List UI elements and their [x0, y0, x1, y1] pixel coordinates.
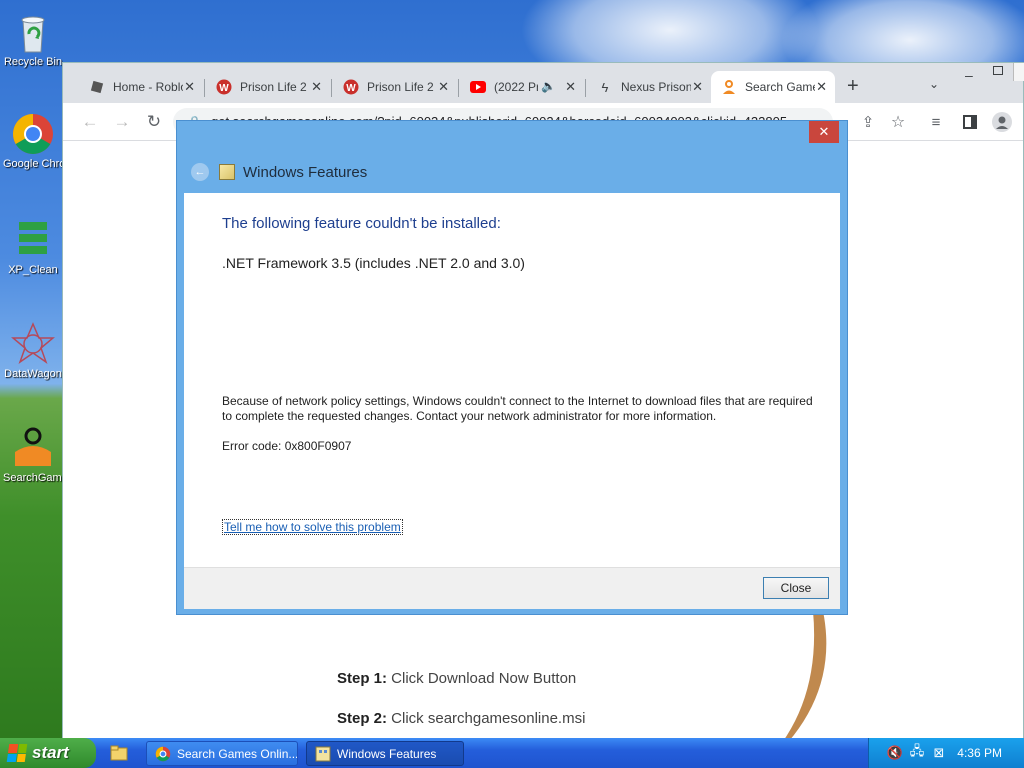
tab-home-roblox[interactable]: Home - Roblox ✕ — [79, 71, 203, 103]
network-icon[interactable]: 🖧 — [909, 743, 925, 761]
datawagon-icon — [10, 322, 56, 366]
taskbar-item-label: Windows Features — [337, 746, 437, 761]
help-link[interactable]: Tell me how to solve this problem — [222, 519, 403, 535]
reload-icon[interactable]: ↻ — [143, 111, 165, 133]
dialog-heading: The following feature couldn't be instal… — [222, 215, 501, 232]
minimize-icon[interactable]: – — [965, 67, 973, 83]
svg-text:W: W — [346, 83, 356, 94]
dialog-close-x-button[interactable]: ✕ — [809, 121, 839, 143]
tab-label: Prison Life 2 — [240, 80, 307, 94]
windows-flag-icon — [6, 744, 28, 762]
svg-text:W: W — [219, 83, 229, 94]
system-tray: 🔇 🖧 ⊠ 4:36 PM — [868, 738, 1024, 768]
dialog-footer: Close — [184, 567, 840, 609]
close-tab-icon[interactable]: ✕ — [565, 79, 576, 95]
step-2-text: Click searchgamesonline.msi — [387, 710, 586, 727]
desktop-icon-label: Recycle Bin — [3, 56, 63, 68]
desktop-icon-label: DataWagon — [4, 368, 62, 380]
recycle-bin-icon — [11, 10, 55, 54]
close-tab-icon[interactable]: ✕ — [311, 79, 322, 95]
desktop-icon-label: SearchGames — [3, 472, 63, 484]
start-label: start — [32, 743, 69, 762]
chrome-icon — [11, 112, 55, 156]
tab-label: (2022 Prison — [494, 80, 538, 94]
roblox-icon — [89, 79, 105, 95]
windows-features-dialog: ✕ ← Windows Features The following featu… — [176, 120, 848, 615]
error-message: Because of network policy settings, Wind… — [222, 394, 813, 423]
chrome-icon — [155, 746, 171, 762]
profile-avatar-icon[interactable] — [991, 111, 1013, 133]
tab-search-chevron-icon[interactable]: ⌄ — [929, 77, 939, 91]
network-disconnected-icon[interactable]: ⊠ — [931, 745, 947, 761]
share-icon[interactable]: ⇪ — [857, 111, 879, 133]
clock[interactable]: 4:36 PM — [957, 746, 1002, 760]
dialog-titlebar: ← Windows Features — [177, 151, 847, 193]
tab-search-games[interactable]: Search Games ✕ — [711, 71, 835, 103]
step-2-label: Step 2: — [337, 710, 388, 727]
tab-label: Search Games — [745, 80, 815, 94]
tab-separator — [585, 79, 586, 97]
step-1-label: Step 1: — [337, 670, 388, 687]
tab-label: Prison Life 2 — [367, 80, 434, 94]
forward-arrow-icon[interactable]: → — [111, 111, 133, 133]
speaker-icon[interactable]: 🔈 — [541, 79, 556, 93]
dialog-body: The following feature couldn't be instal… — [184, 193, 840, 567]
tab-youtube-prison[interactable]: (2022 Prison 🔈 ✕ — [460, 71, 584, 103]
step-1-instruction: Step 1: Click Download Now Button — [337, 670, 576, 687]
tab-strip: Home - Roblox ✕ W Prison Life 2 ✕ W Pris… — [63, 63, 1024, 103]
tab-prison-life-2[interactable]: W Prison Life 2 ✕ — [206, 71, 330, 103]
new-tab-button[interactable]: + — [847, 75, 859, 98]
tab-label: Home - Roblox — [113, 80, 183, 94]
windows-features-icon — [219, 164, 235, 180]
tab-separator — [204, 79, 205, 97]
tab-separator — [458, 79, 459, 97]
w-logo-icon: W — [216, 79, 232, 95]
close-tab-icon[interactable]: ✕ — [816, 79, 827, 95]
start-button[interactable]: start — [0, 738, 96, 768]
desktop-icon-xp-clean[interactable]: XP_Clean — [0, 218, 66, 277]
gamepad-icon — [11, 426, 55, 470]
close-window-icon[interactable] — [1013, 63, 1024, 81]
windows-features-icon — [315, 746, 331, 762]
desktop-icon-label: XP_Clean — [8, 264, 58, 276]
feature-name: .NET Framework 3.5 (includes .NET 2.0 an… — [222, 255, 525, 271]
taskbar-item-windows-features[interactable]: Windows Features — [306, 741, 464, 766]
lightning-icon: ϟ — [601, 79, 609, 95]
search-games-icon — [721, 79, 737, 95]
step-2-instruction: Step 2: Click searchgamesonline.msi — [337, 710, 585, 727]
desktop-icon-datawagon[interactable]: DataWagon — [0, 322, 66, 381]
tab-prison-life-2-second[interactable]: W Prison Life 2 ✕ — [333, 71, 457, 103]
muted-speaker-icon[interactable]: 🔇 — [887, 745, 903, 761]
close-tab-icon[interactable]: ✕ — [438, 79, 449, 95]
tab-separator — [331, 79, 332, 97]
desktop-icon-label: Google Chrome — [3, 158, 63, 170]
desktop-icon-recycle-bin[interactable]: Recycle Bin — [0, 10, 66, 69]
step-1-text: Click Download Now Button — [387, 670, 577, 687]
tab-nexus-prison[interactable]: ϟ Nexus Prison ✕ — [587, 71, 711, 103]
w-logo-icon: W — [343, 79, 359, 95]
desktop-icon-chrome[interactable]: Google Chrome — [0, 112, 66, 171]
back-arrow-icon[interactable]: ← — [191, 163, 209, 181]
explorer-quicklaunch-icon[interactable] — [110, 744, 128, 762]
taskbar-item-chrome[interactable]: Search Games Onlin... — [146, 741, 298, 766]
sidebar-toggle-icon[interactable] — [959, 111, 981, 133]
maximize-icon[interactable] — [993, 66, 1003, 75]
dialog-title: Windows Features — [243, 163, 368, 181]
desktop-icon-searchgames[interactable]: SearchGames — [0, 426, 66, 485]
close-tab-icon[interactable]: ✕ — [184, 79, 195, 95]
media-queue-icon[interactable]: ≡ — [925, 111, 947, 133]
error-code: Error code: 0x800F0907 — [222, 439, 352, 453]
xp-clean-icon — [11, 218, 55, 262]
bookmark-star-icon[interactable]: ☆ — [887, 111, 909, 133]
taskbar: start Search Games Onlin... Windows Feat… — [0, 738, 1024, 768]
taskbar-item-label: Search Games Onlin... — [177, 746, 298, 761]
youtube-icon — [470, 79, 486, 95]
tab-label: Nexus Prison — [621, 80, 691, 94]
close-tab-icon[interactable]: ✕ — [692, 79, 703, 95]
back-arrow-icon[interactable]: ← — [79, 111, 101, 133]
close-button[interactable]: Close — [763, 577, 829, 599]
